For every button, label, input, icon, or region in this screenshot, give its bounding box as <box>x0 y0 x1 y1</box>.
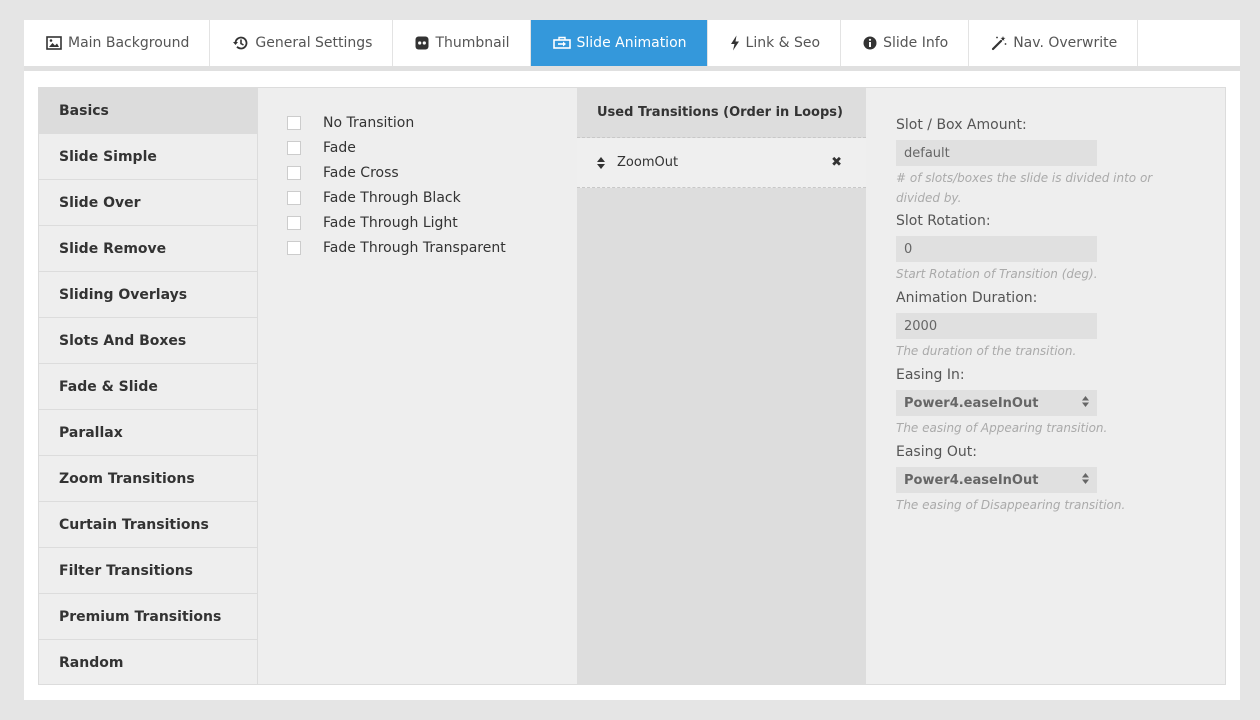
used-transitions-list: Used Transitions (Order in Loops) ZoomOu… <box>577 88 866 684</box>
animation-duration-input[interactable]: 2000 <box>896 313 1097 339</box>
transition-label: Fade Through Light <box>323 214 458 231</box>
easing-in-label: Easing In: <box>896 367 965 383</box>
category-curtain-transitions[interactable]: Curtain Transitions <box>39 502 257 548</box>
used-transition-name: ZoomOut <box>617 155 679 170</box>
easing-out-select[interactable]: Power4.easeInOut <box>896 467 1097 493</box>
slot-rotation-input[interactable]: 0 <box>896 236 1097 262</box>
transition-settings: Slot / Box Amount: default # of slots/bo… <box>896 114 1196 515</box>
slot-amount-label: Slot / Box Amount: <box>896 117 1027 133</box>
category-filter-transitions[interactable]: Filter Transitions <box>39 548 257 594</box>
transition-options: No Transition Fade Fade Cross Fade Throu… <box>287 110 506 260</box>
sort-handle-icon[interactable] <box>597 156 605 169</box>
easing-out-label: Easing Out: <box>896 444 977 460</box>
history-icon <box>232 35 249 51</box>
tab-label: Slide Info <box>883 35 949 51</box>
select-arrows-icon <box>1082 395 1089 411</box>
tab-label: Nav. Overwrite <box>1013 35 1118 51</box>
remove-transition-icon[interactable]: ✖ <box>831 155 842 170</box>
transition-label: Fade Cross <box>323 164 399 181</box>
transition-checkbox[interactable] <box>287 240 301 255</box>
tab-label: Slide Animation <box>576 35 687 51</box>
tab-label: Link & Seo <box>745 35 821 51</box>
magic-wand-icon <box>991 35 1007 51</box>
tab-general-settings[interactable]: General Settings <box>210 20 394 66</box>
slide-animation-panel: Basics Slide Simple Slide Over Slide Rem… <box>24 71 1240 700</box>
used-transition-item[interactable]: ZoomOut ✖ <box>577 138 866 188</box>
image-icon <box>46 36 62 50</box>
transition-option[interactable]: Fade Cross <box>287 160 506 185</box>
transition-checkbox[interactable] <box>287 165 301 180</box>
transition-option[interactable]: Fade Through Black <box>287 185 506 210</box>
easing-in-hint: The easing of Appearing transition. <box>896 421 1108 435</box>
transition-label: Fade Through Transparent <box>323 239 506 256</box>
transition-option[interactable]: Fade Through Light <box>287 210 506 235</box>
transition-label: Fade Through Black <box>323 189 461 206</box>
tab-label: Main Background <box>68 35 190 51</box>
select-arrows-icon <box>1082 472 1089 488</box>
tab-thumbnail[interactable]: Thumbnail <box>393 20 531 66</box>
used-transitions-title: Used Transitions (Order in Loops) <box>577 88 866 138</box>
transition-checkbox[interactable] <box>287 140 301 155</box>
easing-out-hint: The easing of Disappearing transition. <box>896 498 1126 512</box>
bolt-icon <box>730 35 740 51</box>
tab-slide-info[interactable]: Slide Info <box>841 20 970 66</box>
category-basics[interactable]: Basics <box>39 88 257 134</box>
category-random[interactable]: Random <box>39 640 257 686</box>
animation-settings-box: Basics Slide Simple Slide Over Slide Rem… <box>38 87 1226 685</box>
animation-duration-label: Animation Duration: <box>896 290 1038 306</box>
slot-amount-input[interactable]: default <box>896 140 1097 166</box>
transition-option[interactable]: No Transition <box>287 110 506 135</box>
transition-checkbox[interactable] <box>287 190 301 205</box>
category-sliding-overlays[interactable]: Sliding Overlays <box>39 272 257 318</box>
tab-link-seo[interactable]: Link & Seo <box>708 20 842 66</box>
transition-label: No Transition <box>323 114 415 131</box>
slot-amount-hint: # of slots/boxes the slide is divided in… <box>896 171 1153 205</box>
transition-label: Fade <box>323 139 356 156</box>
tab-nav-overwrite[interactable]: Nav. Overwrite <box>969 20 1139 66</box>
info-icon <box>863 36 877 50</box>
category-parallax[interactable]: Parallax <box>39 410 257 456</box>
transition-option[interactable]: Fade <box>287 135 506 160</box>
tab-label: Thumbnail <box>435 35 510 51</box>
category-zoom-transitions[interactable]: Zoom Transitions <box>39 456 257 502</box>
easing-out-value: Power4.easeInOut <box>904 472 1039 488</box>
slot-rotation-label: Slot Rotation: <box>896 213 991 229</box>
animation-icon <box>552 36 571 50</box>
easing-in-value: Power4.easeInOut <box>904 395 1039 411</box>
slot-rotation-hint: Start Rotation of Transition (deg). <box>896 267 1098 281</box>
transition-categories: Basics Slide Simple Slide Over Slide Rem… <box>39 88 258 684</box>
category-premium-transitions[interactable]: Premium Transitions <box>39 594 257 640</box>
tab-main-background[interactable]: Main Background <box>24 20 211 66</box>
easing-in-select[interactable]: Power4.easeInOut <box>896 390 1097 416</box>
transition-checkbox[interactable] <box>287 215 301 230</box>
category-slide-over[interactable]: Slide Over <box>39 180 257 226</box>
category-fade-and-slide[interactable]: Fade & Slide <box>39 364 257 410</box>
tab-label: General Settings <box>255 35 373 51</box>
category-slide-simple[interactable]: Slide Simple <box>39 134 257 180</box>
category-slots-and-boxes[interactable]: Slots And Boxes <box>39 318 257 364</box>
animation-duration-hint: The duration of the transition. <box>896 344 1077 358</box>
category-slide-remove[interactable]: Slide Remove <box>39 226 257 272</box>
thumbnail-icon <box>415 36 429 50</box>
transition-checkbox[interactable] <box>287 115 301 130</box>
tab-slide-animation[interactable]: Slide Animation <box>530 20 708 66</box>
transition-option[interactable]: Fade Through Transparent <box>287 235 506 260</box>
tab-bar: Main Background General Settings Thumbna… <box>24 20 1240 66</box>
